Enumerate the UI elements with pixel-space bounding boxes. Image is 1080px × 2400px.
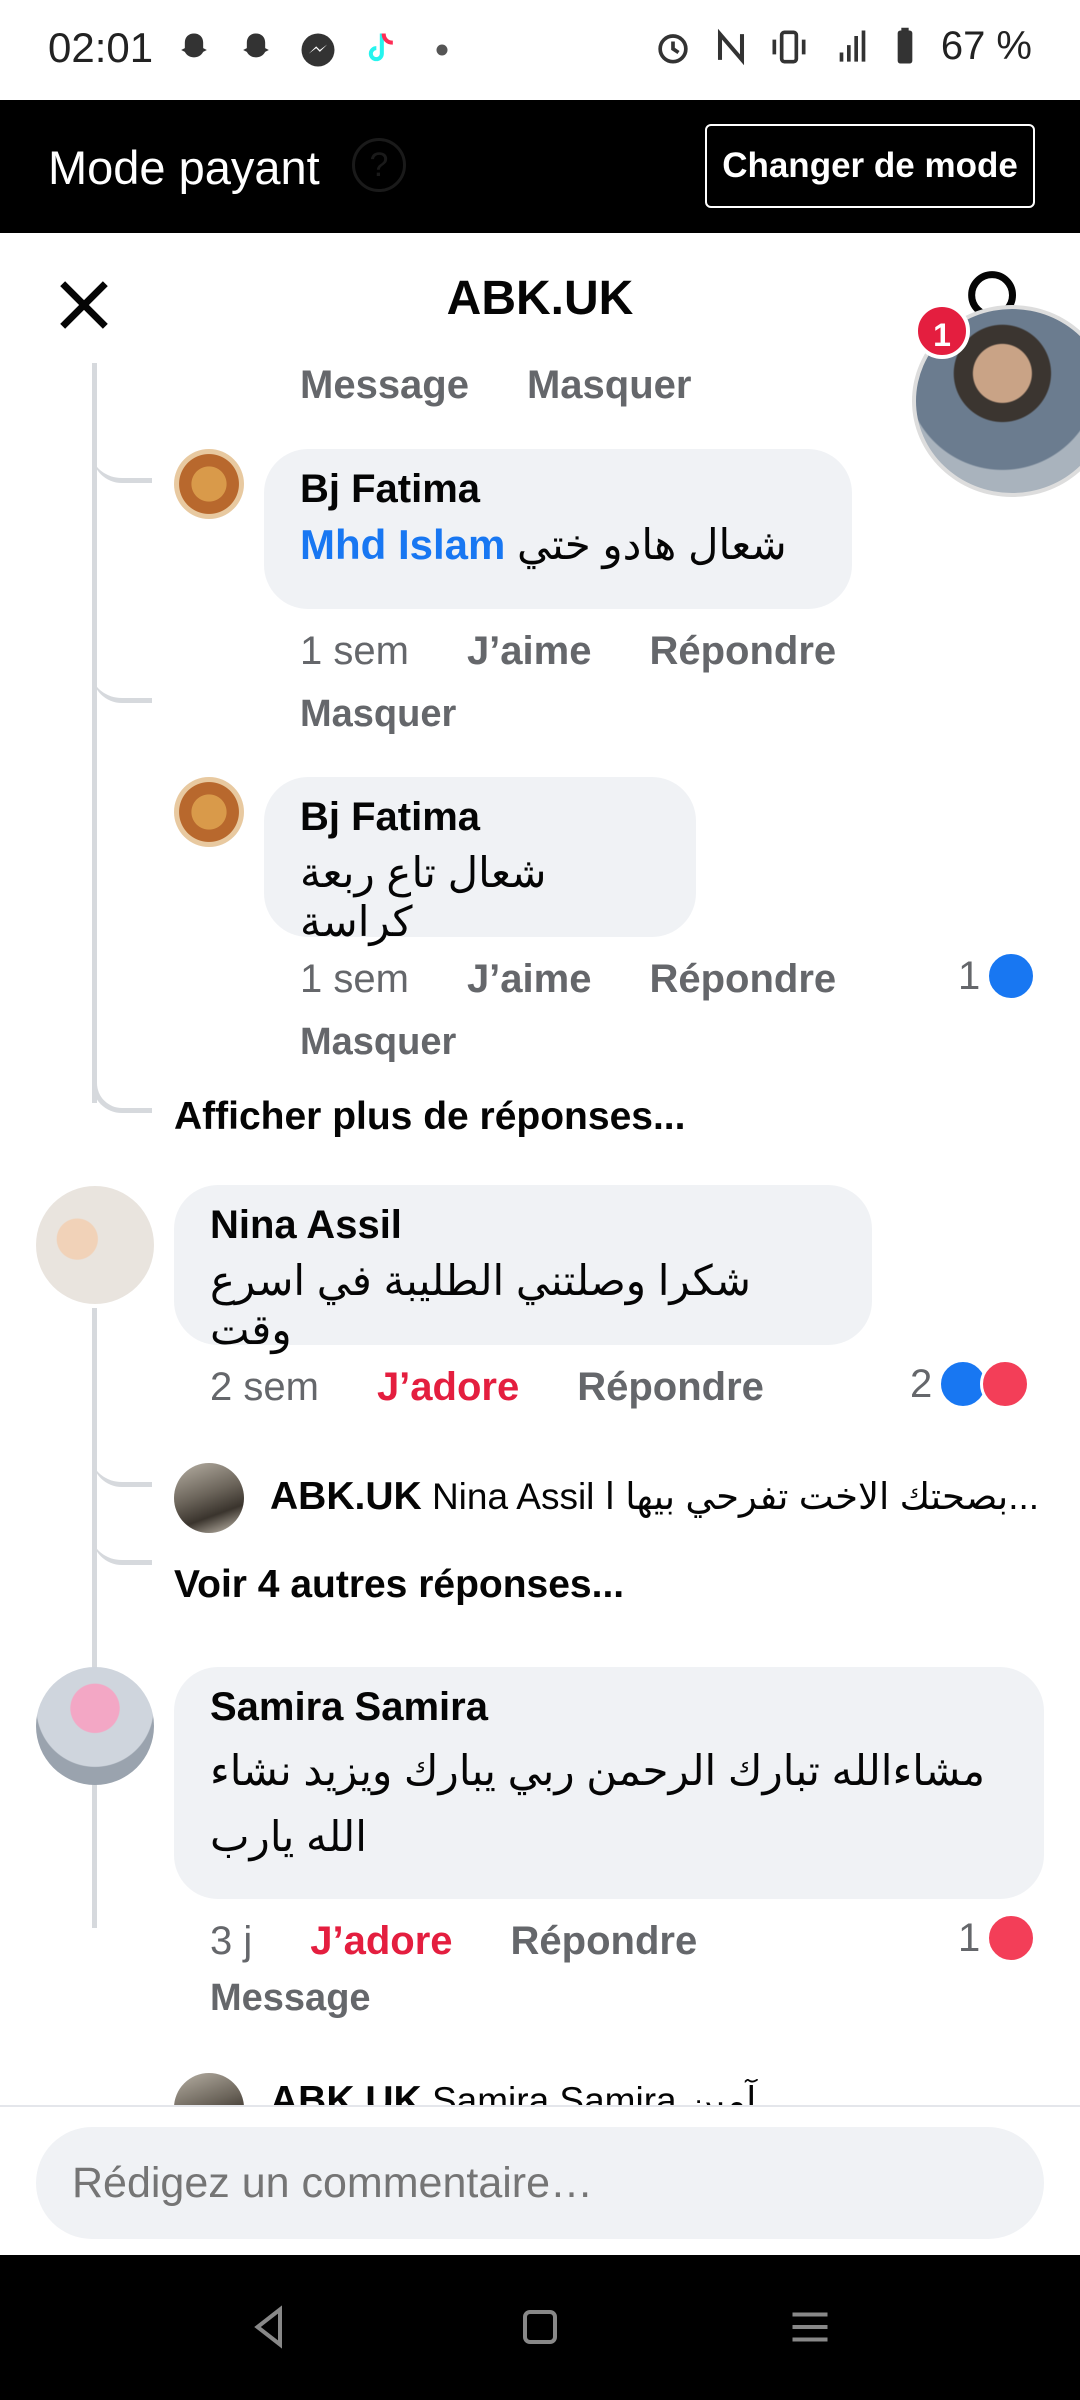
dot-icon — [436, 44, 448, 56]
comment-bubble: Nina Assil شكرا وصلتني الطليبة في اسرع و… — [174, 1185, 872, 1353]
reply-author[interactable]: Bj Fatima — [300, 795, 660, 840]
avatar[interactable] — [174, 2073, 244, 2105]
reply-actions: 1 sem J’aime Répondre — [300, 629, 836, 674]
comment-body: شكرا وصلتني الطليبة في اسرع وقت — [210, 1257, 751, 1353]
battery-icon — [897, 27, 913, 63]
comment-input[interactable] — [36, 2127, 1044, 2239]
view-more-replies-link[interactable]: Voir 4 autres réponses... — [174, 1563, 624, 1607]
comment-author[interactable]: Nina Assil — [210, 1203, 836, 1248]
recents-icon[interactable] — [780, 2297, 840, 2357]
snapchat-icon — [181, 33, 207, 58]
reply-button[interactable]: Répondre — [577, 1365, 764, 1410]
love-button[interactable]: J’adore — [310, 1919, 452, 1964]
reply-body: بصحتك الاخت تفرحي بيها ا... — [604, 1476, 1040, 1517]
signal-4g-icon — [839, 30, 866, 62]
mode-banner: Mode payant ? Changer de mode — [0, 100, 1080, 233]
mode-title: Mode payant — [48, 141, 320, 194]
reply-body: آمين... — [686, 2080, 788, 2105]
comment-time: 2 sem — [210, 1365, 319, 1409]
reaction-count: 1 — [958, 1915, 981, 1960]
reply-button[interactable]: Répondre — [511, 1919, 698, 1964]
mention-text: Nina Assil — [431, 1476, 595, 1517]
comment-composer — [0, 2105, 1080, 2255]
thread-elbow — [92, 1513, 152, 1565]
parent-comment-actions: Message Masquer — [300, 363, 691, 408]
home-icon[interactable] — [510, 2297, 570, 2357]
reply-body: شعال هادو ختي — [517, 521, 787, 568]
reply-bubble: Bj Fatima Mhd Islam شعال هادو ختي — [264, 449, 852, 609]
thread-elbow — [92, 1063, 152, 1113]
comment-body: مشاءالله تبارك الرحمن ربي يبارك ويزيد نش… — [210, 1747, 985, 1860]
avatar[interactable] — [174, 777, 244, 847]
battery-percentage: 67 % — [940, 24, 1032, 68]
show-more-replies-link[interactable]: Afficher plus de réponses... — [174, 1095, 685, 1139]
avatar[interactable] — [36, 1667, 154, 1785]
status-time: 02:01 — [48, 24, 154, 71]
thread-line — [92, 363, 97, 1103]
reaction-summary[interactable]: 1 — [958, 1913, 1037, 1963]
system-navigation-bar — [0, 2255, 1080, 2400]
reply-author[interactable]: Bj Fatima — [300, 467, 816, 512]
reply-button[interactable]: Répondre — [649, 629, 836, 674]
change-mode-button[interactable]: Changer de mode — [705, 124, 1035, 208]
back-icon[interactable] — [240, 2297, 300, 2357]
comment-actions: 3 j J’adore Répondre — [210, 1919, 697, 1964]
thread-elbow — [92, 363, 152, 483]
system-icons: 67 % — [651, 24, 1032, 69]
reaction-summary[interactable]: 2 — [910, 1359, 1031, 1409]
love-reaction-icon — [986, 1913, 1037, 1963]
mention-text: Samira Samira — [431, 2080, 677, 2105]
thread-elbow — [92, 1443, 152, 1487]
notification-icons — [172, 28, 464, 72]
love-button[interactable]: J’adore — [377, 1365, 519, 1410]
reaction-summary[interactable]: 1 — [958, 951, 1037, 1001]
messenger-icon — [301, 33, 335, 67]
comment-author[interactable]: Samira Samira — [210, 1685, 1008, 1730]
reply-text: Mhd Islam شعال هادو ختي — [300, 520, 816, 569]
thread-line — [92, 1308, 97, 1928]
avatar[interactable] — [36, 1186, 154, 1304]
reply-author: ABK.UK — [270, 1475, 422, 1518]
thread-elbow — [92, 663, 152, 703]
status-bar: 02:01 67 % — [0, 0, 1080, 100]
reply-time: 1 sem — [300, 629, 409, 673]
hide-link[interactable]: Masquer — [300, 1021, 456, 1064]
like-button[interactable]: J’aime — [467, 629, 592, 674]
comment-time: 3 j — [210, 1919, 253, 1963]
like-button[interactable]: J’aime — [467, 957, 592, 1002]
hide-link[interactable]: Masquer — [527, 363, 692, 408]
reply-actions: 1 sem J’aime Répondre — [300, 957, 836, 1002]
snapchat-icon — [243, 33, 269, 58]
comment-actions: 2 sem J’adore Répondre — [210, 1365, 764, 1410]
reply-preview[interactable]: ABK.UK Samira Samira آمين... — [270, 2079, 1080, 2105]
reaction-count: 1 — [958, 953, 981, 998]
reply-time: 1 sem — [300, 957, 409, 1001]
reply-author: ABK.UK — [270, 2079, 422, 2105]
like-reaction-icon — [986, 951, 1037, 1001]
chathead-badge: 1 — [914, 303, 970, 359]
reaction-count: 2 — [910, 1361, 933, 1406]
reply-body: شعال تاع ربعة كراسة — [300, 849, 547, 945]
comments-list: Message Masquer Bj Fatima Mhd Islam شعال… — [0, 363, 1080, 2105]
message-link[interactable]: Message — [300, 363, 469, 408]
love-reaction-icon — [980, 1359, 1031, 1409]
comment-bubble: Samira Samira مشاءالله تبارك الرحمن ربي … — [174, 1667, 1044, 1899]
vibrate-icon — [772, 30, 806, 63]
avatar[interactable] — [174, 449, 244, 519]
avatar[interactable] — [174, 1463, 244, 1533]
reply-bubble: Bj Fatima شعال تاع ربعة كراسة — [264, 777, 696, 945]
hide-link[interactable]: Masquer — [300, 693, 456, 736]
reply-preview[interactable]: ABK.UK Nina Assil بصحتك الاخت تفرحي بيها… — [270, 1475, 1080, 1519]
tiktok-icon — [368, 33, 393, 62]
nfc-icon — [717, 28, 744, 65]
mention-link[interactable]: Mhd Islam — [300, 521, 505, 568]
message-link[interactable]: Message — [210, 1977, 371, 2020]
help-icon[interactable]: ? — [352, 138, 406, 192]
alarm-icon — [658, 33, 688, 63]
reply-button[interactable]: Répondre — [649, 957, 836, 1002]
